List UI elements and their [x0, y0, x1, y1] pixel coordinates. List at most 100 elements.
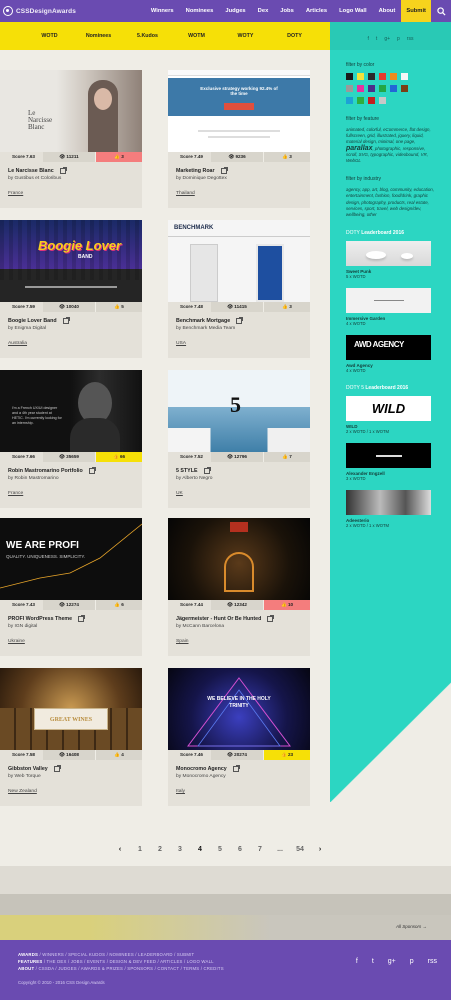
- site-thumbnail[interactable]: Boogie Lover BAND: [0, 220, 142, 302]
- color-swatch[interactable]: [346, 73, 353, 80]
- card-title[interactable]: Boogie Lover Band: [8, 317, 134, 324]
- search-icon[interactable]: [431, 0, 451, 22]
- external-link-icon[interactable]: [88, 467, 96, 474]
- nav-judges[interactable]: Judges: [219, 0, 251, 22]
- card-country[interactable]: France: [8, 491, 23, 496]
- footer-about-row[interactable]: ABOUT / CSSDA / JUDGES / AWARDS & PRIZES…: [18, 966, 224, 971]
- likes-count[interactable]: 👍 3: [263, 152, 310, 162]
- card-country[interactable]: Thailand: [176, 191, 195, 196]
- site-thumbnail[interactable]: GREAT WINES: [0, 668, 142, 750]
- tab-wotd[interactable]: WOTD: [25, 33, 74, 39]
- external-link-icon[interactable]: [78, 615, 86, 622]
- color-swatch[interactable]: [390, 73, 397, 80]
- external-link-icon[interactable]: [267, 615, 275, 622]
- twitter-icon[interactable]: t: [372, 958, 374, 965]
- footer-awards-row[interactable]: AWARDS / WINNERS / SPECIAL KUDOS / NOMIN…: [18, 952, 194, 957]
- color-swatch[interactable]: [368, 73, 375, 80]
- likes-count[interactable]: 👍 4: [95, 750, 142, 760]
- color-swatch[interactable]: [379, 97, 386, 104]
- external-link-icon[interactable]: [232, 765, 240, 772]
- all-sponsors-link[interactable]: All Sponsors →: [396, 924, 427, 929]
- card-title[interactable]: Jägermeister - Hunt Or Be Hunted: [176, 615, 302, 622]
- color-swatch[interactable]: [401, 85, 408, 92]
- external-link-icon[interactable]: [59, 167, 67, 174]
- nav-nominees[interactable]: Nominees: [180, 0, 220, 22]
- tab-nominees[interactable]: Nominees: [74, 33, 123, 39]
- color-swatch[interactable]: [379, 73, 386, 80]
- googleplus-icon[interactable]: g+: [388, 958, 396, 965]
- likes-count[interactable]: 👍 66: [95, 452, 142, 462]
- external-link-icon[interactable]: [220, 167, 228, 174]
- card-country[interactable]: USA: [176, 341, 186, 346]
- site-card[interactable]: GREAT WINES Score 7.58 👁 16408 👍 4 Gibbs…: [0, 668, 142, 806]
- card-title[interactable]: Le Narcisse Blanc: [8, 167, 134, 174]
- card-title[interactable]: PROFI WordPress Theme: [8, 615, 134, 622]
- nav-jobs[interactable]: Jobs: [274, 0, 300, 22]
- external-link-icon[interactable]: [236, 317, 244, 324]
- page-link[interactable]: 1: [130, 846, 150, 853]
- likes-count[interactable]: 👍 3: [95, 152, 142, 162]
- nav-winners[interactable]: Winners: [145, 0, 180, 22]
- site-thumbnail[interactable]: WE BELIEVE IN THE HOLY TRINITY: [168, 668, 310, 750]
- site-card[interactable]: Le Narcisse Blanc Score 7.63 👁 11211 👍 3…: [0, 70, 142, 208]
- nav-articles[interactable]: Articles: [300, 0, 333, 22]
- color-swatch[interactable]: [357, 97, 364, 104]
- site-card[interactable]: I'm a French UX/UI designer and a 4th ye…: [0, 370, 142, 508]
- card-title[interactable]: Benchmark Mortgage: [176, 317, 302, 324]
- likes-count[interactable]: 👍 23: [263, 750, 310, 760]
- tab-woty[interactable]: WOTY: [221, 33, 270, 39]
- card-country[interactable]: Italy: [176, 789, 185, 794]
- card-country[interactable]: Ukraine: [8, 639, 25, 644]
- industry-tags[interactable]: agency, app, art, blog, community, educa…: [346, 187, 437, 218]
- site-thumbnail[interactable]: Le Narcisse Blanc: [0, 70, 142, 152]
- leaderboard-item[interactable]: Immersive Garden 4 x WOTD: [346, 288, 431, 326]
- leaderboard-item[interactable]: WILD WILD 2 x WOTD / 1 x WOTM: [346, 396, 431, 434]
- likes-count[interactable]: 👍 6: [95, 600, 142, 610]
- nav-about[interactable]: About: [373, 0, 402, 22]
- prev-page-button[interactable]: ‹: [110, 846, 130, 853]
- leaderboard-item[interactable]: Adeesterio 2 x WOTD / 1 x WOTM: [346, 490, 431, 528]
- pinterest-icon[interactable]: p: [397, 36, 400, 50]
- page-link[interactable]: 54: [290, 846, 310, 853]
- site-logo[interactable]: CSSDesignAwards: [0, 0, 76, 22]
- page-link[interactable]: 5: [210, 846, 230, 853]
- site-thumbnail[interactable]: WE ARE PROFI QUALITY. UNIQUENESS. SIMPLI…: [0, 518, 142, 600]
- leaderboard-item[interactable]: Sweet Punk 5 x WOTD: [346, 241, 431, 279]
- color-swatch[interactable]: [346, 85, 353, 92]
- submit-button[interactable]: Submit: [401, 0, 431, 22]
- tab-kudos[interactable]: 5.Kudos: [123, 33, 172, 39]
- page-link[interactable]: 3: [170, 846, 190, 853]
- site-thumbnail[interactable]: I'm a French UX/UI designer and a 4th ye…: [0, 370, 142, 452]
- card-country[interactable]: France: [8, 191, 23, 196]
- twitter-icon[interactable]: t: [376, 36, 377, 50]
- site-card[interactable]: Score 7.44 👁 12342 👍 10 Jägermeister - H…: [168, 518, 310, 656]
- card-country[interactable]: UK: [176, 491, 183, 496]
- googleplus-icon[interactable]: g+: [384, 36, 390, 50]
- external-link-icon[interactable]: [203, 467, 211, 474]
- site-card[interactable]: Exclusive strategy working 92.4% of the …: [168, 70, 310, 208]
- current-page[interactable]: 4: [190, 846, 210, 853]
- nav-logo-wall[interactable]: Logo Wall: [333, 0, 372, 22]
- card-country[interactable]: Australia: [8, 341, 27, 346]
- color-swatch[interactable]: [357, 85, 364, 92]
- facebook-icon[interactable]: f: [368, 36, 369, 50]
- rss-icon[interactable]: rss: [428, 958, 437, 965]
- likes-count[interactable]: 👍 5: [95, 302, 142, 312]
- likes-count[interactable]: 👍 3: [263, 302, 310, 312]
- likes-count[interactable]: 👍 10: [263, 600, 310, 610]
- external-link-icon[interactable]: [53, 765, 61, 772]
- color-swatch[interactable]: [368, 85, 375, 92]
- site-thumbnail[interactable]: BENCHMARK: [168, 220, 310, 302]
- card-title[interactable]: Robin Mastromarino Portfolio: [8, 467, 134, 474]
- card-country[interactable]: New Zealand: [8, 789, 37, 794]
- next-page-button[interactable]: ›: [310, 846, 330, 853]
- site-thumbnail[interactable]: 5: [168, 370, 310, 452]
- pinterest-icon[interactable]: p: [410, 958, 414, 965]
- tab-doty[interactable]: DOTY: [270, 33, 319, 39]
- color-swatch[interactable]: [379, 85, 386, 92]
- site-card[interactable]: BENCHMARK Score 7.48 👁 11415 👍 3 Benchma…: [168, 220, 310, 358]
- site-card[interactable]: WE BELIEVE IN THE HOLY TRINITY Score 7.4…: [168, 668, 310, 806]
- external-link-icon[interactable]: [62, 317, 70, 324]
- site-thumbnail[interactable]: [168, 518, 310, 600]
- page-link[interactable]: 7: [250, 846, 270, 853]
